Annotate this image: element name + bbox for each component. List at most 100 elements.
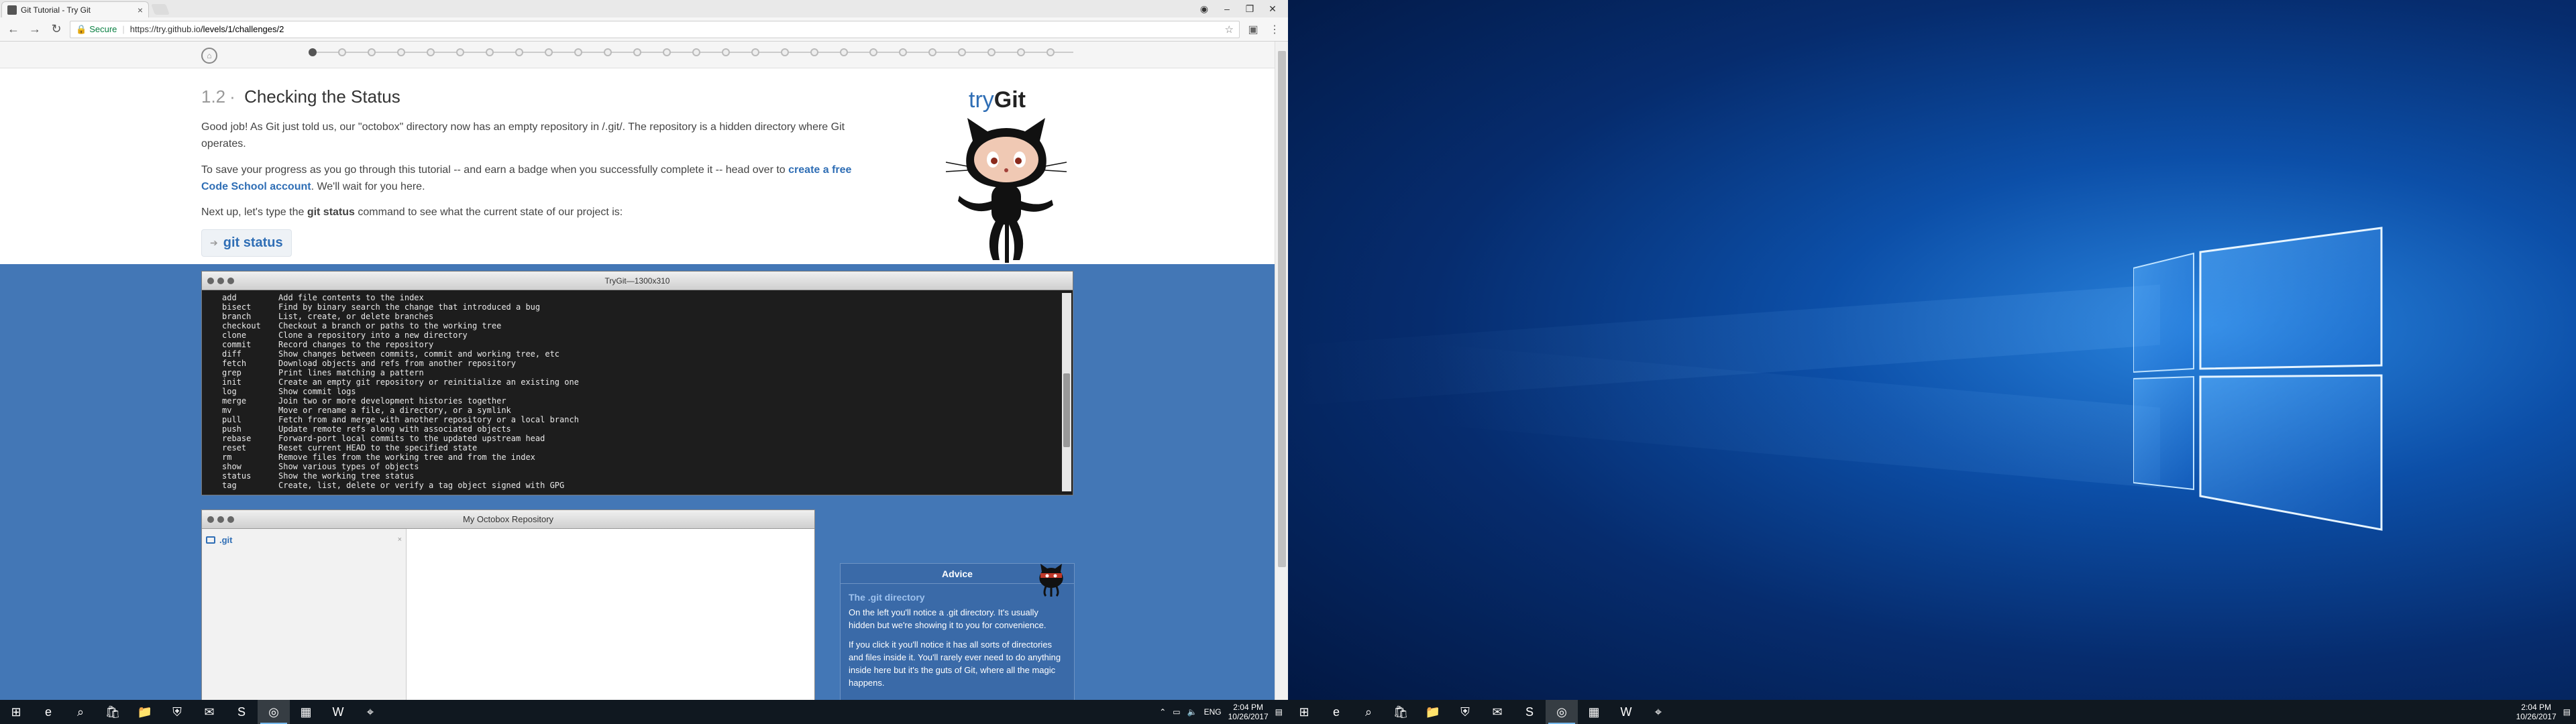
secure-indicator[interactable]: 🔒 Secure bbox=[76, 24, 117, 35]
challenge-dot[interactable] bbox=[427, 48, 435, 56]
search-icon[interactable]: ⌕ bbox=[64, 700, 97, 724]
file-explorer-icon[interactable]: 📁 bbox=[129, 700, 161, 724]
challenge-dot[interactable] bbox=[869, 48, 877, 56]
challenge-dot[interactable] bbox=[309, 48, 317, 56]
challenge-dot[interactable] bbox=[397, 48, 405, 56]
terminal-line: rm Remove files from the working tree and… bbox=[222, 452, 1073, 462]
home-button[interactable]: ⌂ bbox=[201, 48, 217, 64]
language-indicator[interactable]: ENG bbox=[1204, 707, 1222, 717]
chrome-icon[interactable]: ◎ bbox=[258, 700, 290, 724]
start-icon[interactable]: ⊞ bbox=[0, 700, 32, 724]
browser-tab[interactable]: Git Tutorial - Try Git × bbox=[1, 1, 149, 17]
terminal-command: commit bbox=[222, 340, 252, 349]
challenge-dot[interactable] bbox=[987, 48, 996, 56]
skype-icon[interactable]: S bbox=[225, 700, 258, 724]
challenge-dot[interactable] bbox=[545, 48, 553, 56]
command-suggestion-button[interactable]: ➔ git status bbox=[201, 229, 292, 257]
close-window-button[interactable]: ✕ bbox=[1261, 1, 1284, 16]
clock[interactable]: 2:04 PM 10/26/2017 bbox=[1228, 703, 1269, 721]
favicon-icon bbox=[7, 5, 17, 15]
back-button[interactable]: ← bbox=[5, 21, 21, 38]
store-icon[interactable]: 🛍 bbox=[97, 700, 129, 724]
new-tab-button[interactable] bbox=[151, 4, 170, 15]
challenge-dot[interactable] bbox=[633, 48, 641, 56]
terminal-description: List, create, or delete branches bbox=[278, 312, 434, 321]
challenge-dot[interactable] bbox=[1017, 48, 1025, 56]
close-tab-icon[interactable]: × bbox=[138, 5, 143, 15]
terminal-scrollbar[interactable] bbox=[1062, 293, 1071, 491]
reload-button[interactable]: ↻ bbox=[48, 21, 64, 38]
skype-icon[interactable]: S bbox=[1513, 700, 1546, 724]
challenge-dot[interactable] bbox=[456, 48, 464, 56]
page-scroll-thumb[interactable] bbox=[1278, 51, 1286, 567]
chrome-icon[interactable]: ◎ bbox=[1546, 700, 1578, 724]
terminal-scroll-thumb[interactable] bbox=[1063, 373, 1070, 447]
network-icon[interactable]: ▭ bbox=[1173, 707, 1180, 717]
tray-chevron-icon[interactable]: ⌃ bbox=[1159, 707, 1166, 717]
git-directory-item[interactable]: .git × bbox=[206, 533, 402, 546]
terminal-description: Clone a repository into a new directory bbox=[278, 330, 468, 340]
repo-window-buttons bbox=[207, 516, 234, 523]
challenge-dot[interactable] bbox=[692, 48, 700, 56]
menu-icon[interactable]: ⋮ bbox=[1267, 21, 1283, 38]
zoom-dot-icon[interactable] bbox=[227, 278, 234, 284]
notifications-icon[interactable]: ▤ bbox=[2563, 707, 2571, 717]
edge-icon[interactable]: e bbox=[1320, 700, 1352, 724]
maximize-button[interactable]: ❐ bbox=[1238, 1, 1261, 16]
forward-button[interactable]: → bbox=[27, 21, 43, 38]
minimize-dot-icon[interactable] bbox=[217, 516, 224, 523]
challenge-dot[interactable] bbox=[810, 48, 818, 56]
terminal-output[interactable]: add Add file contents to the index bisect F… bbox=[202, 290, 1073, 491]
terminal-command: merge bbox=[222, 396, 247, 406]
close-dot-icon[interactable] bbox=[207, 278, 214, 284]
challenge-dot[interactable] bbox=[338, 48, 346, 56]
start-icon[interactable]: ⊞ bbox=[1288, 700, 1320, 724]
close-item-icon[interactable]: × bbox=[398, 536, 402, 544]
photos-icon[interactable]: ▦ bbox=[1578, 700, 1610, 724]
bookmark-star-icon[interactable]: ☆ bbox=[1225, 23, 1234, 36]
minimize-dot-icon[interactable] bbox=[217, 278, 224, 284]
word-icon[interactable]: W bbox=[1610, 700, 1642, 724]
page-scrollbar[interactable] bbox=[1275, 42, 1288, 700]
zoom-dot-icon[interactable] bbox=[227, 516, 234, 523]
word-icon[interactable]: W bbox=[322, 700, 354, 724]
file-explorer-icon[interactable]: 📁 bbox=[1417, 700, 1449, 724]
terminal-command: rebase bbox=[222, 434, 252, 443]
challenge-dot[interactable] bbox=[574, 48, 582, 56]
challenge-dot[interactable] bbox=[604, 48, 612, 56]
challenge-dot[interactable] bbox=[781, 48, 789, 56]
terminal-command: branch bbox=[222, 312, 252, 321]
terminal-description: Fetch from and merge with another reposi… bbox=[278, 415, 579, 424]
clock-right[interactable]: 2:04 PM 10/26/2017 bbox=[2516, 703, 2557, 721]
maps-icon[interactable]: ⌖ bbox=[354, 700, 386, 724]
terminal-description: Reset current HEAD to the specified stat… bbox=[278, 443, 478, 452]
challenge-dot[interactable] bbox=[958, 48, 966, 56]
challenge-dot[interactable] bbox=[840, 48, 848, 56]
challenge-dot[interactable] bbox=[368, 48, 376, 56]
mail-icon[interactable]: ✉ bbox=[193, 700, 225, 724]
challenge-dot[interactable] bbox=[928, 48, 936, 56]
photos-icon[interactable]: ▦ bbox=[290, 700, 322, 724]
close-dot-icon[interactable] bbox=[207, 516, 214, 523]
challenge-dot[interactable] bbox=[899, 48, 907, 56]
security-icon[interactable]: ⛨ bbox=[161, 700, 193, 724]
challenge-dot[interactable] bbox=[515, 48, 523, 56]
challenge-dot[interactable] bbox=[486, 48, 494, 56]
account-icon[interactable]: ◉ bbox=[1193, 1, 1216, 16]
security-icon[interactable]: ⛨ bbox=[1449, 700, 1481, 724]
challenge-dot[interactable] bbox=[722, 48, 730, 56]
extension-icon[interactable]: ▣ bbox=[1245, 21, 1261, 38]
maps-icon[interactable]: ⌖ bbox=[1642, 700, 1674, 724]
challenge-dot[interactable] bbox=[751, 48, 759, 56]
volume-icon[interactable]: 🔈 bbox=[1187, 707, 1197, 717]
terminal-window[interactable]: TryGit—1300x310 add Add file contents to … bbox=[201, 271, 1073, 495]
notifications-icon[interactable]: ▤ bbox=[1275, 707, 1283, 717]
store-icon[interactable]: 🛍 bbox=[1385, 700, 1417, 724]
challenge-dot[interactable] bbox=[1046, 48, 1055, 56]
edge-icon[interactable]: e bbox=[32, 700, 64, 724]
address-bar[interactable]: 🔒 Secure | https://try.github.io/levels/… bbox=[70, 20, 1240, 38]
search-icon[interactable]: ⌕ bbox=[1352, 700, 1385, 724]
challenge-dot[interactable] bbox=[663, 48, 671, 56]
minimize-button[interactable]: – bbox=[1216, 1, 1238, 16]
mail-icon[interactable]: ✉ bbox=[1481, 700, 1513, 724]
